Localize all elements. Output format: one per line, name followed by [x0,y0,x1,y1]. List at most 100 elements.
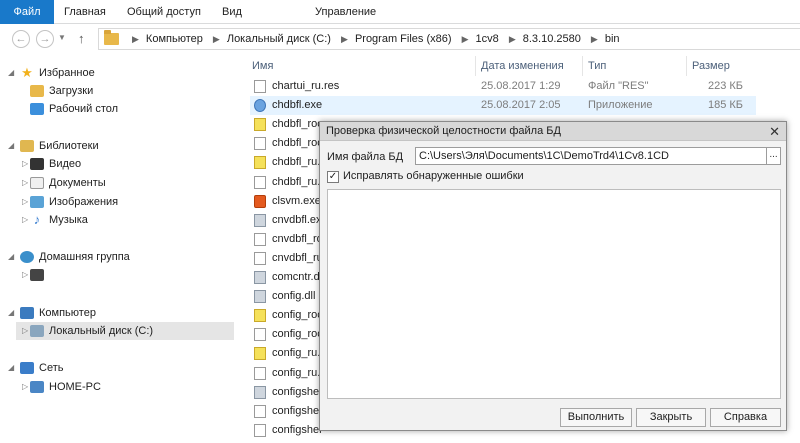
ribbon: Файл Главная Общий доступ Вид Управление [0,0,800,24]
chevron-right-icon: ▶ [508,34,516,44]
video-icon [30,158,44,171]
column-header-type[interactable]: Тип [588,56,606,76]
chevron-down-icon[interactable]: ▼ [58,33,66,42]
navigation-bar: ← → ▼ ↑ ▶ Компьютер ▶ Локальный диск (C:) … [0,25,800,53]
dialog-titlebar[interactable]: Проверка физической целостности файла БД… [320,122,786,141]
file-name: chdbfl_roc [272,118,323,131]
run-button[interactable]: Выполнить [560,408,632,427]
file-name: chdbfl_ru.r [272,175,324,188]
file-name: chdbfl.exe [272,99,323,112]
breadcrumb-version[interactable]: 8.3.10.2580 [523,29,581,49]
navigation-pane: ◢ ★ Избранное Загрузки Рабочий стол ◢ Биб… [0,54,238,443]
file-name: config_roc [272,309,323,322]
chevron-down-icon[interactable]: ◢ [8,64,14,82]
file-name: config_roc [272,328,323,341]
breadcrumb-bin[interactable]: bin [605,29,620,49]
chevron-down-icon[interactable]: ◢ [8,359,14,377]
browse-button[interactable]: ... [767,147,781,165]
chevron-right-icon: ▶ [212,34,220,44]
network-icon [20,362,34,375]
fix-errors-checkbox[interactable]: ✓ [327,171,339,183]
tab-file[interactable]: Файл [0,0,54,24]
column-header-date[interactable]: Дата изменения [481,56,564,76]
file-size: 185 КБ [707,99,743,112]
chevron-right-icon: ▶ [461,34,469,44]
downloads-folder-icon [30,85,44,98]
file-size: 223 КБ [707,80,743,92]
desktop-icon [30,103,44,116]
output-area[interactable] [327,189,781,399]
file-row[interactable]: chdbfl.exe 25.08.2017 2:05 Приложение 185 К… [250,96,756,116]
breadcrumb-program-files[interactable]: Program Files (x86) [355,29,452,49]
images-icon [30,196,44,209]
chevron-down-icon[interactable]: ◢ [8,248,14,266]
close-button[interactable]: Закрыть [636,408,706,427]
chevron-right-icon: ▶ [132,34,139,44]
user-icon [30,269,44,282]
column-header-name[interactable]: Имя [252,56,273,76]
file-icon [254,309,266,323]
chevron-right-icon[interactable]: ▷ [22,378,28,396]
chevron-right-icon[interactable]: ▷ [22,322,28,340]
file-icon [254,385,266,399]
column-divider[interactable] [582,56,583,76]
file-name: configshel [272,404,322,417]
chevron-down-icon[interactable]: ◢ [8,137,14,155]
file-icon [254,156,266,170]
fix-errors-label[interactable]: Исправлять обнаруженные ошибки [343,170,524,182]
file-name: chartui_ru.res [272,80,340,92]
column-divider[interactable] [686,56,687,76]
libraries-icon [20,140,34,153]
file-icon [254,175,266,189]
tab-share[interactable]: Общий доступ [127,0,201,24]
chevron-right-icon[interactable]: ▷ [22,266,28,284]
tab-home[interactable]: Главная [64,0,106,24]
chevron-down-icon[interactable]: ◢ [8,304,14,322]
tab-manage[interactable]: Управление [315,0,376,24]
breadcrumb-1cv8[interactable]: 1cv8 [476,29,499,49]
chevron-right-icon[interactable]: ▷ [22,211,28,229]
sidebar-item-downloads[interactable]: Загрузки [30,82,93,100]
file-name: cnvdbfl_ru [272,251,323,264]
chevron-right-icon[interactable]: ▷ [22,174,28,192]
arrow-left-icon[interactable]: ← [12,30,30,48]
column-divider[interactable] [475,56,476,76]
db-file-label: Имя файла БД [327,151,404,163]
file-date: 25.08.2017 1:29 [481,80,561,92]
file-icon [254,194,266,208]
file-icon [254,232,266,246]
file-name: configshel [272,423,322,436]
file-date: 25.08.2017 2:05 [481,99,561,112]
computer-icon [30,381,44,394]
file-icon [254,290,266,304]
close-icon[interactable]: ✕ [769,122,780,141]
file-icon [254,118,266,132]
file-name: chdbfl_roc [272,137,323,150]
arrow-up-icon[interactable]: ↑ [78,31,85,46]
sidebar-item-desktop[interactable]: Рабочий стол [30,100,118,118]
check-db-dialog: Проверка физической целостности файла БД… [319,121,787,431]
file-name: config_ru.l [272,347,323,360]
file-icon [254,404,266,418]
tab-view[interactable]: Вид [222,0,242,24]
file-icon [254,99,266,113]
column-header-size[interactable]: Размер [692,56,730,76]
star-icon: ★ [21,65,33,81]
file-row[interactable]: chartui_ru.res 25.08.2017 1:29 Файл "RES" 2… [250,77,756,96]
sidebar-item-local-disk[interactable]: ▷ Локальный диск (C:) [16,322,234,340]
folder-icon [104,30,119,45]
arrow-right-icon[interactable]: → [36,30,54,48]
breadcrumb-computer[interactable]: Компьютер [146,29,203,49]
computer-icon [20,307,34,320]
chevron-right-icon[interactable]: ▷ [22,193,28,211]
file-icon [254,213,266,227]
address-bar[interactable]: ▶ Компьютер ▶ Локальный диск (C:) ▶ Program… [98,28,800,50]
help-button[interactable]: Справка [710,408,781,427]
file-name: config_ru. [272,366,321,379]
db-file-input[interactable]: C:\Users\Эля\Documents\1C\DemoTrd4\1Cv8.… [415,147,767,165]
documents-icon [30,177,44,190]
file-icon [254,80,266,93]
breadcrumb-disk[interactable]: Локальный диск (C:) [227,29,331,49]
chevron-right-icon[interactable]: ▷ [22,155,28,173]
disk-icon [30,325,44,338]
